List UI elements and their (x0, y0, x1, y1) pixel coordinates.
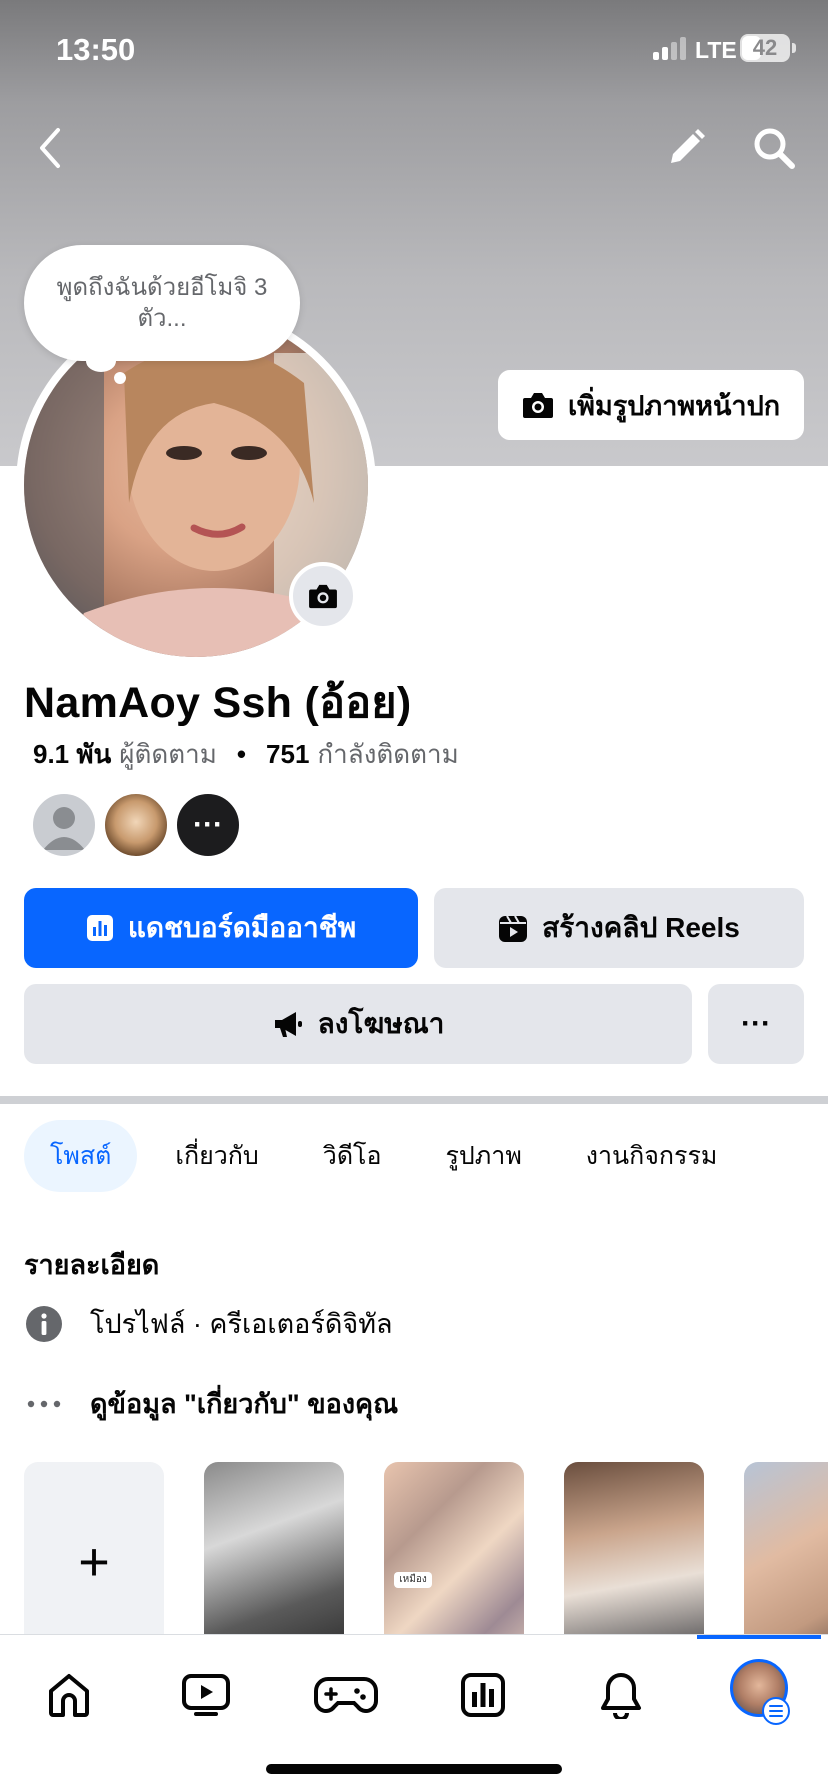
search-icon (754, 128, 795, 169)
create-reels-label: สร้างคลิป Reels (542, 912, 740, 943)
avatar[interactable] (31, 792, 97, 858)
nav-notifications[interactable] (591, 1665, 651, 1725)
profile-tabs: โพสต์ เกี่ยวกับ วิดีโอ รูปภาพ งานกิจกรรม (24, 1120, 717, 1192)
following-count[interactable]: 751 (266, 739, 309, 770)
advertise-label: ลงโฆษณา (317, 1008, 445, 1039)
followers-label[interactable]: ผู้ติดตาม (119, 734, 217, 775)
details-heading: รายละเอียด (24, 1250, 160, 1280)
professional-dashboard-label: แดชบอร์ดมืออาชีพ (127, 912, 357, 943)
highlight-sticker: เหมือง (394, 1572, 432, 1588)
megaphone-icon (274, 1012, 302, 1037)
following-label[interactable]: กำลังติดตาม (317, 734, 458, 775)
add-cover-photo-label: เพิ่มรูปภาพหน้าปก (567, 390, 781, 421)
more-dots-icon (24, 1384, 64, 1424)
signal-icon (653, 36, 689, 60)
followers-count[interactable]: 9.1 พัน (33, 734, 111, 775)
highlights-row: + เหมือง (0, 1462, 828, 1634)
video-icon (182, 1674, 230, 1716)
add-highlight-button[interactable]: + (24, 1462, 164, 1634)
home-icon (49, 1674, 89, 1717)
advertise-button[interactable]: ลงโฆษณา (24, 984, 692, 1064)
info-icon (24, 1304, 64, 1344)
profile-type-row: โปรไฟล์ · ครีเอเตอร์ดิจิทัล (24, 1302, 393, 1345)
highlight-item[interactable] (744, 1462, 828, 1634)
tab-photos[interactable]: รูปภาพ (446, 1120, 522, 1192)
see-about-row[interactable]: ดูข้อมูล "เกี่ยวกับ" ของคุณ (24, 1382, 398, 1425)
status-bar: 13:50 LTE 42 (0, 0, 828, 100)
edit-button[interactable] (660, 120, 712, 176)
professional-dashboard-button[interactable]: แดชบอร์ดมืออาชีพ (24, 888, 418, 968)
back-button[interactable] (24, 118, 76, 178)
battery-level: 42 (752, 35, 778, 60)
search-button[interactable] (746, 120, 802, 176)
network-label: LTE (695, 37, 737, 63)
tab-videos[interactable]: วิดีโอ (323, 1120, 382, 1192)
active-tab-indicator (697, 1635, 821, 1639)
highlight-item[interactable] (204, 1462, 344, 1634)
nav-home[interactable] (39, 1665, 99, 1725)
highlight-item[interactable] (564, 1462, 704, 1634)
tab-events[interactable]: งานกิจกรรม (586, 1120, 718, 1192)
follow-stats: 9.1 พัน ผู้ติดตาม • 751 กำลังติดตาม (33, 734, 459, 775)
tab-about[interactable]: เกี่ยวกับ (175, 1120, 258, 1192)
thought-bubble[interactable]: พูดถึงฉันด้วยอีโมจิ 3 ตัว... (24, 245, 300, 361)
create-reels-button[interactable]: สร้างคลิป Reels (434, 888, 804, 968)
gaming-icon (314, 1677, 378, 1713)
dashboard-icon (86, 915, 113, 941)
battery-icon: 42 (740, 34, 790, 62)
more-followers-button[interactable]: ··· (175, 792, 241, 858)
status-time: 13:50 (56, 32, 136, 67)
default-avatar-icon (43, 807, 85, 850)
pencil-icon (671, 129, 705, 163)
change-profile-picture-button[interactable] (289, 562, 357, 630)
section-divider (0, 1096, 828, 1104)
profile-name: NamAoy Ssh (อ้อย) (24, 679, 412, 727)
nav-dashboard[interactable] (453, 1665, 513, 1725)
chevron-left-icon (40, 128, 60, 168)
menu-icon[interactable] (762, 1697, 790, 1725)
see-about-text: ดูข้อมูล "เกี่ยวกับ" ของคุณ (90, 1389, 399, 1419)
avatar[interactable] (103, 792, 169, 858)
dashboard-icon (461, 1673, 505, 1717)
camera-icon (309, 584, 337, 609)
tab-posts[interactable]: โพสต์ (24, 1120, 138, 1192)
highlight-item[interactable]: เหมือง (384, 1462, 524, 1634)
more-options-button[interactable]: ··· (708, 984, 804, 1064)
camera-icon (522, 393, 553, 418)
reels-icon (499, 915, 528, 942)
nav-video[interactable] (176, 1665, 236, 1725)
profile-type-text: โปรไฟล์ · ครีเอเตอร์ดิจิทัล (90, 1309, 393, 1339)
add-cover-photo-button[interactable]: เพิ่มรูปภาพหน้าปก (498, 370, 804, 440)
bell-icon (601, 1673, 641, 1719)
home-indicator (266, 1764, 562, 1774)
nav-gaming[interactable] (314, 1665, 378, 1725)
